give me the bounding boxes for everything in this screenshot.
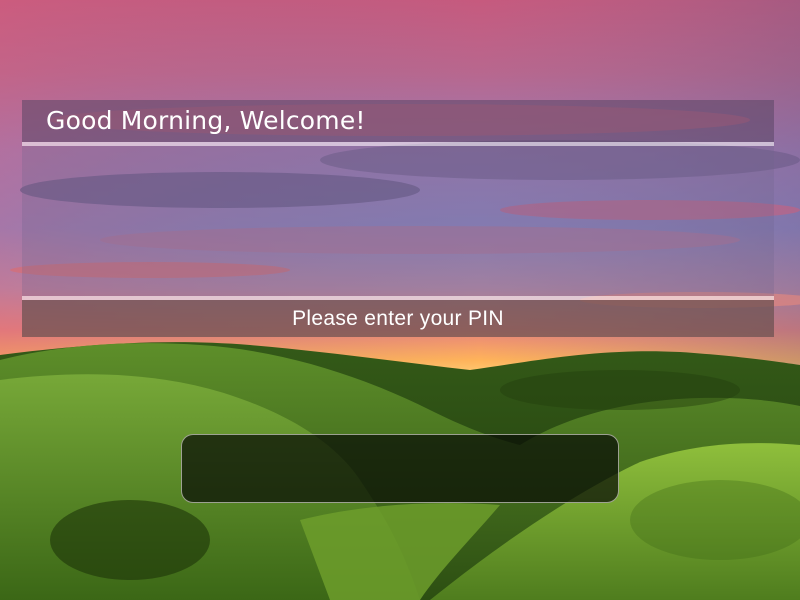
message-area bbox=[22, 146, 774, 296]
prompt-bar: Please enter your PIN bbox=[22, 300, 774, 337]
pin-entry-screen: Good Morning, Welcome! Please enter your… bbox=[0, 0, 800, 600]
pin-input[interactable] bbox=[181, 434, 619, 503]
greeting-bar: Good Morning, Welcome! bbox=[22, 100, 774, 142]
greeting-text: Good Morning, Welcome! bbox=[46, 106, 366, 135]
pin-prompt-label: Please enter your PIN bbox=[292, 306, 504, 330]
